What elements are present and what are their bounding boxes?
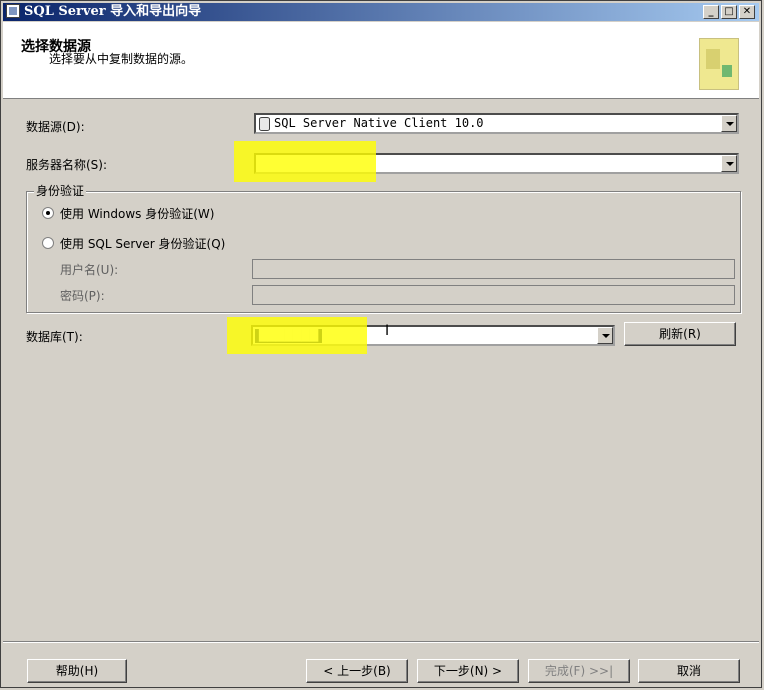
wizard-header: 选择数据源 选择要从中复制数据的源。: [3, 22, 759, 99]
auth-group-title: 身份验证: [34, 182, 87, 199]
windows-auth-label[interactable]: 使用 Windows 身份验证(W): [60, 205, 214, 222]
sql-auth-radio[interactable]: [42, 237, 54, 249]
maximize-button[interactable]: □: [721, 5, 737, 19]
back-button[interactable]: < 上一步(B): [306, 659, 408, 683]
window-title: SQL Server 导入和导出向导: [24, 4, 202, 19]
chevron-down-icon[interactable]: [721, 155, 737, 172]
wizard-graphic-icon: [699, 38, 739, 90]
minimize-button[interactable]: _: [703, 5, 719, 19]
next-button[interactable]: 下一步(N) >: [417, 659, 519, 683]
database-label: 数据库(T):: [26, 330, 83, 344]
title-bar[interactable]: SQL Server 导入和导出向导 _ □ ✕: [3, 3, 759, 21]
cancel-button[interactable]: 取消: [638, 659, 740, 683]
app-icon: [6, 4, 20, 18]
database-highlight: [227, 317, 367, 354]
sql-auth-label[interactable]: 使用 SQL Server 身份验证(Q): [60, 235, 225, 252]
datasource-combo[interactable]: SQL Server Native Client 10.0: [254, 113, 739, 134]
close-button[interactable]: ✕: [739, 5, 755, 19]
windows-auth-radio[interactable]: [42, 207, 54, 219]
password-label: 密码(P):: [60, 289, 105, 303]
datasource-value: SQL Server Native Client 10.0: [274, 116, 484, 130]
refresh-button[interactable]: 刷新(R): [624, 322, 736, 346]
help-button[interactable]: 帮助(H): [27, 659, 127, 683]
server-label: 服务器名称(S):: [26, 158, 108, 172]
wizard-window: SQL Server 导入和导出向导 _ □ ✕ 选择数据源 选择要从中复制数据…: [0, 0, 762, 688]
datasource-label: 数据源(D):: [26, 120, 85, 134]
footer-divider: [3, 641, 759, 643]
database-icon: [259, 117, 270, 131]
text-cursor-icon: I: [385, 323, 389, 341]
page-subtitle: 选择要从中复制数据的源。: [49, 52, 194, 66]
server-highlight: [234, 141, 376, 182]
finish-button[interactable]: 完成(F) >>|: [528, 659, 630, 683]
chevron-down-icon[interactable]: [597, 327, 613, 344]
username-label: 用户名(U):: [60, 263, 119, 277]
password-field[interactable]: [252, 285, 735, 305]
chevron-down-icon[interactable]: [721, 115, 737, 132]
username-field[interactable]: [252, 259, 735, 279]
